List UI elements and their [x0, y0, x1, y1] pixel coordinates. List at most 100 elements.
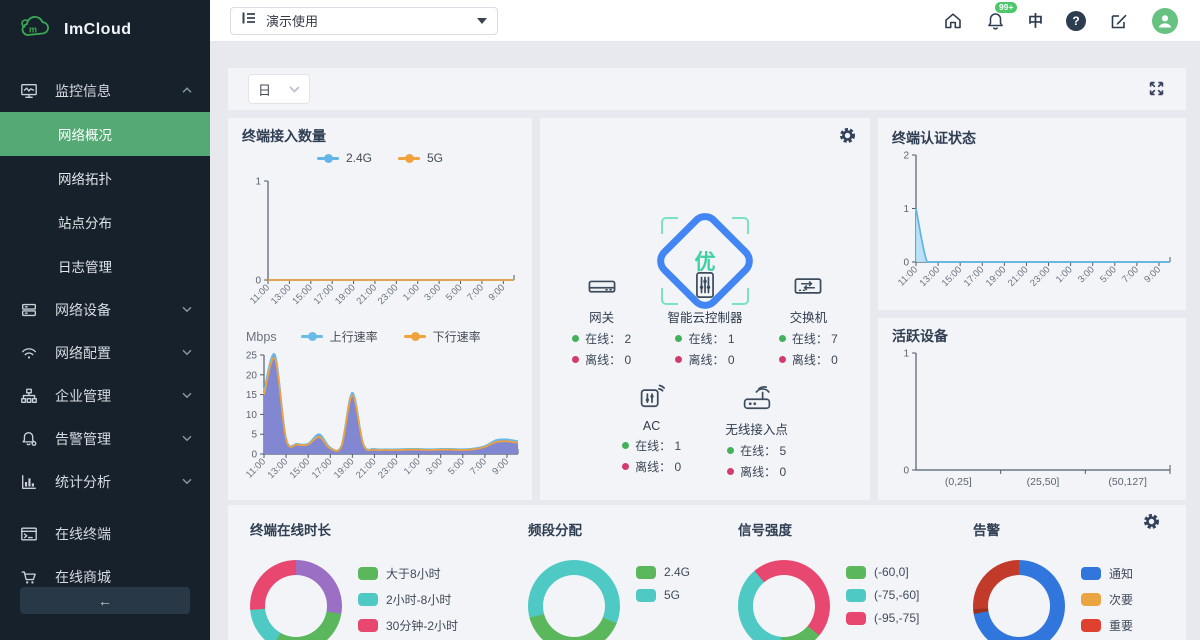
legend-swatch — [358, 593, 378, 606]
svg-text:19:00: 19:00 — [332, 456, 357, 481]
sidebar-item-label: 监控信息 — [55, 81, 182, 101]
help-icon[interactable]: ? — [1066, 11, 1086, 31]
sidebar-subitem-label: 站点分布 — [58, 212, 112, 232]
svg-text:15:00: 15:00 — [940, 264, 965, 289]
svg-text:13:00: 13:00 — [266, 456, 291, 481]
device-name: 交换机 — [790, 307, 828, 326]
device-status-5: 无线接入点在线： 5离线： 0 — [725, 382, 788, 480]
gear-icon[interactable] — [1143, 513, 1160, 535]
svg-text:1: 1 — [903, 204, 909, 215]
period-selector-value: 日 — [258, 80, 289, 99]
online-duration-donut — [250, 560, 342, 640]
sidebar-item-monitor-info[interactable]: 监控信息 — [0, 69, 210, 112]
legend-item[interactable]: 5G — [398, 151, 443, 165]
fullscreen-expand-icon[interactable] — [1147, 79, 1166, 103]
online-dot — [622, 442, 629, 449]
home-icon[interactable] — [943, 11, 963, 31]
sidebar-item-label: 网络配置 — [55, 343, 182, 363]
offline-dot — [727, 468, 734, 475]
user-avatar[interactable] — [1152, 8, 1178, 34]
sidebar-item-label: 网络设备 — [55, 300, 182, 320]
device-status-1: 网关在线： 2离线： 0 — [572, 270, 631, 368]
sidebar-subitem[interactable]: 日志管理 — [0, 244, 210, 288]
band-allocation-donut — [528, 560, 620, 640]
active-devices-chart: 01(0,25](25,50](50,127] — [886, 344, 1180, 494]
legend-item[interactable]: (-60,0] — [846, 565, 919, 579]
legend-label: 5G — [664, 588, 680, 602]
offline-dot — [622, 463, 629, 470]
alarm-donut — [973, 560, 1065, 640]
svg-text:15: 15 — [246, 390, 258, 401]
legend-item[interactable]: 通知 — [1081, 565, 1133, 582]
monitor-icon — [20, 82, 38, 100]
terminal-icon — [20, 525, 38, 543]
panel-title: 终端认证状态 — [892, 128, 976, 148]
period-selector[interactable]: 日 — [248, 74, 310, 104]
legend-swatch — [636, 566, 656, 579]
svg-text:19:00: 19:00 — [984, 264, 1009, 289]
sidebar-item-online-terminals[interactable]: 在线终端 — [0, 512, 210, 555]
band-allocation-legend: 2.4G 5G — [636, 565, 690, 602]
legend-item[interactable]: 5G — [636, 588, 690, 602]
svg-text:11:00: 11:00 — [244, 456, 268, 480]
svg-text:(25,50]: (25,50] — [1027, 476, 1060, 488]
signal-strength-group: 信号强度 (-60,0](-75,-60](-95,-75] — [738, 519, 919, 640]
bar-chart-icon — [20, 473, 38, 491]
active-devices-panel: 活跃设备 01(0,25](25,50](50,127] — [878, 318, 1186, 500]
sidebar-collapse-button[interactable]: ← — [20, 587, 190, 614]
svg-text:1: 1 — [255, 177, 261, 188]
sidebar-subitem[interactable]: 站点分布 — [0, 200, 210, 244]
legend-item[interactable]: 2.4G — [636, 565, 690, 579]
notifications-bell-icon[interactable]: 99+ — [986, 11, 1005, 31]
legend-item[interactable]: 上行速率 — [301, 328, 378, 345]
legend-label: 5G — [427, 151, 443, 165]
legend-swatch — [1081, 567, 1101, 580]
legend-swatch — [846, 589, 866, 602]
sidebar-item-enterprise-mgmt[interactable]: 企业管理 — [0, 374, 210, 417]
svg-text:23:00: 23:00 — [1028, 264, 1053, 289]
sidebar-item-network-devices[interactable]: 网络设备 — [0, 288, 210, 331]
legend-item[interactable]: 次要 — [1081, 591, 1133, 608]
legend-swatch — [636, 589, 656, 602]
org-selector[interactable]: 演示使用 — [230, 7, 498, 35]
topbar-icons: 99+ 中 ? — [943, 8, 1200, 34]
device-offline-count: 离线： 0 — [622, 458, 681, 475]
sidebar-subitem[interactable]: 网络概况 — [0, 112, 210, 156]
feedback-edit-icon[interactable] — [1109, 11, 1129, 31]
legend-item[interactable]: 2小时-8小时 — [358, 591, 458, 608]
sidebar-item-label: 告警管理 — [55, 429, 182, 449]
sidebar-item-stats-analysis[interactable]: 统计分析 — [0, 460, 210, 503]
svg-text:17:00: 17:00 — [310, 456, 335, 481]
legend-item[interactable]: 大于8小时 — [358, 565, 458, 582]
sidebar-item-network-config[interactable]: 网络配置 — [0, 331, 210, 374]
legend-label: 2.4G — [664, 565, 690, 579]
sidebar-item-alarm-mgmt[interactable]: 告警管理 — [0, 417, 210, 460]
signal-strength-legend: (-60,0] (-75,-60] (-95,-75] — [846, 565, 919, 625]
language-switch[interactable]: 中 — [1028, 10, 1043, 31]
svg-text:25: 25 — [246, 351, 258, 362]
legend-item[interactable]: 下行速率 — [404, 328, 481, 345]
svg-text:13:00: 13:00 — [269, 282, 294, 307]
gear-icon[interactable] — [839, 127, 856, 149]
svg-text:9:00: 9:00 — [490, 456, 511, 477]
device-status-2: 智能云控制器在线： 1离线： 0 — [667, 270, 742, 368]
svg-text:5:00: 5:00 — [1098, 264, 1119, 285]
terminal-access-chart: 0111:0013:0015:0017:0019:0021:0023:001:0… — [238, 172, 524, 322]
device-status-3: 交换机在线： 7离线： 0 — [779, 270, 838, 368]
network-health-panel: 优 网关在线： 2离线： 0智能云控制器在线： 1离线： 0交换机在线： 7离线… — [540, 118, 870, 500]
svg-text:(50,127]: (50,127] — [1108, 476, 1147, 488]
legend-item[interactable]: 重要 — [1081, 617, 1133, 634]
caret-down-icon — [477, 18, 487, 24]
online-dot — [675, 335, 682, 342]
offline-dot — [572, 356, 579, 363]
legend-item[interactable]: 30分钟-2小时 — [358, 617, 458, 634]
legend-item[interactable]: (-95,-75] — [846, 611, 919, 625]
svg-text:(0,25]: (0,25] — [945, 476, 972, 488]
sidebar-subitem[interactable]: 网络拓扑 — [0, 156, 210, 200]
legend-item[interactable]: (-75,-60] — [846, 588, 919, 602]
svg-text:5:00: 5:00 — [446, 456, 467, 477]
main-content: 日 终端接入数量 2.4G5G 0111:0013:0015:0017:0019… — [210, 42, 1200, 640]
svg-text:11:00: 11:00 — [896, 264, 920, 288]
legend-label: 2.4G — [346, 151, 372, 165]
legend-item[interactable]: 2.4G — [317, 151, 372, 165]
